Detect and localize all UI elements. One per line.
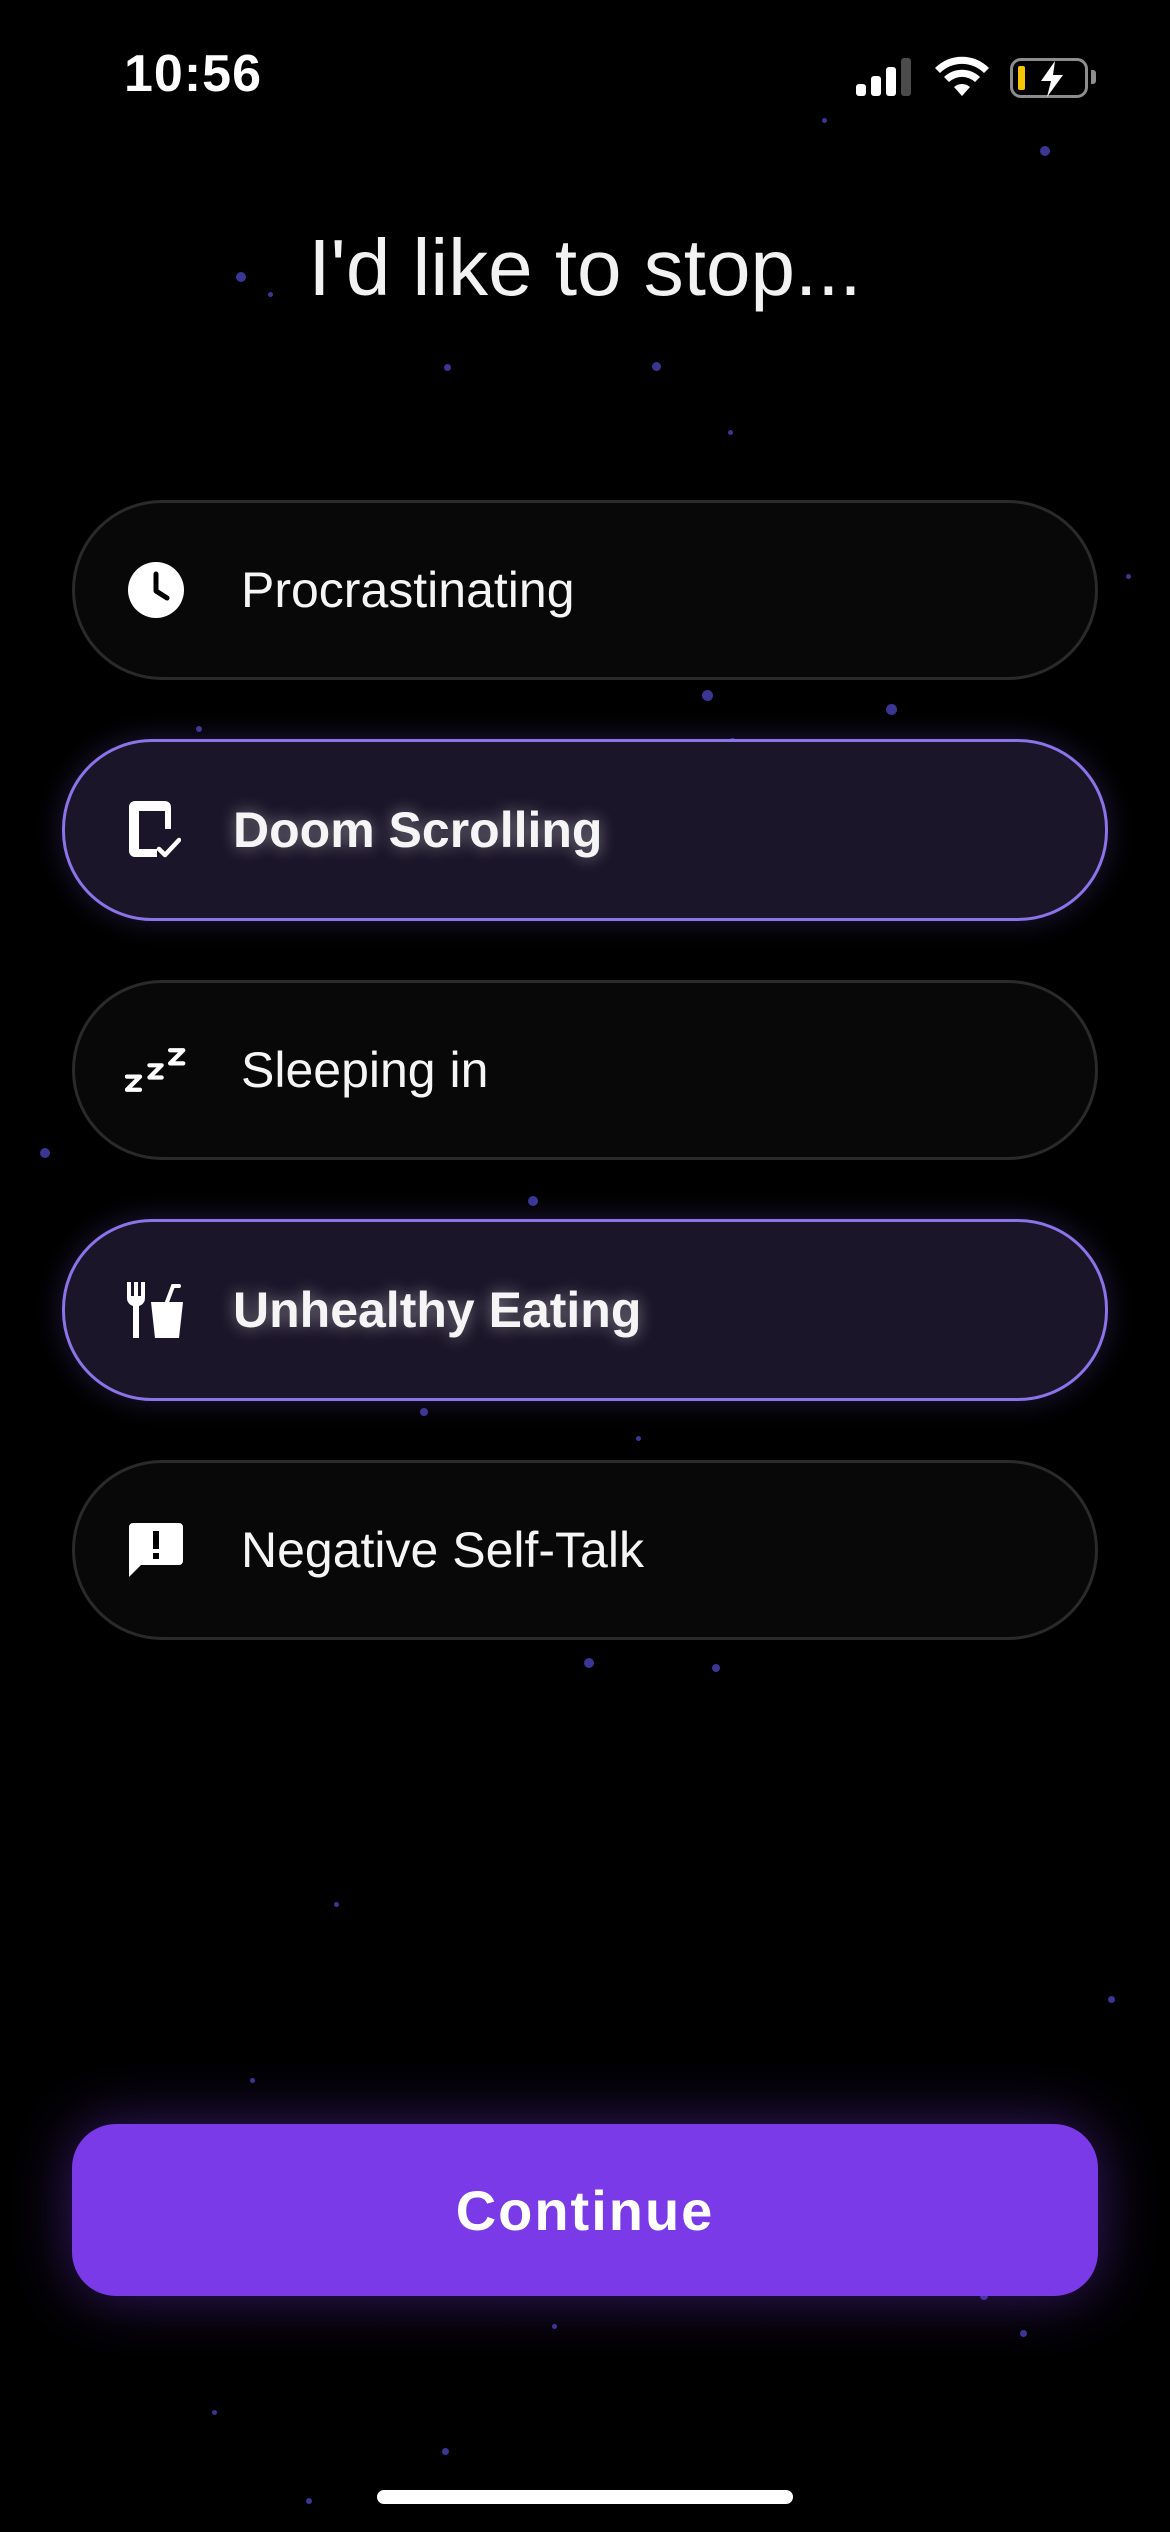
option-doom-scrolling[interactable]: Doom Scrolling <box>62 739 1108 921</box>
option-sleeping-in[interactable]: Sleeping in <box>72 980 1098 1160</box>
option-label: Sleeping in <box>241 1042 489 1098</box>
page-title: I'd like to stop... <box>308 223 862 312</box>
option-unhealthy-eating[interactable]: Unhealthy Eating <box>62 1219 1108 1401</box>
option-label: Doom Scrolling <box>233 802 603 858</box>
status-bar: 10:56 <box>0 0 1170 150</box>
option-negative-self-talk[interactable]: Negative Self-Talk <box>72 1460 1098 1640</box>
option-label: Procrastinating <box>241 562 575 618</box>
option-procrastinating[interactable]: Procrastinating <box>72 500 1098 680</box>
status-time: 10:56 <box>124 45 262 103</box>
onboarding-screen: 10:56 I'd like to stop... Procrastinatin… <box>0 0 1170 2532</box>
clock-icon <box>125 559 187 621</box>
continue-button[interactable]: Continue <box>72 2124 1098 2296</box>
phone-check-icon <box>123 799 185 861</box>
fork-knife-cup-icon <box>123 1279 185 1341</box>
speech-bubble-exclamation-icon <box>125 1519 187 1581</box>
wifi-icon <box>935 56 989 96</box>
cellular-signal-icon <box>856 58 914 96</box>
option-label: Unhealthy Eating <box>233 1282 642 1338</box>
home-indicator <box>377 2490 793 2504</box>
option-label: Negative Self-Talk <box>241 1522 644 1578</box>
battery-charging-icon <box>1010 58 1088 98</box>
battery-nub <box>1091 70 1096 84</box>
zzz-sleep-icon <box>125 1039 187 1101</box>
